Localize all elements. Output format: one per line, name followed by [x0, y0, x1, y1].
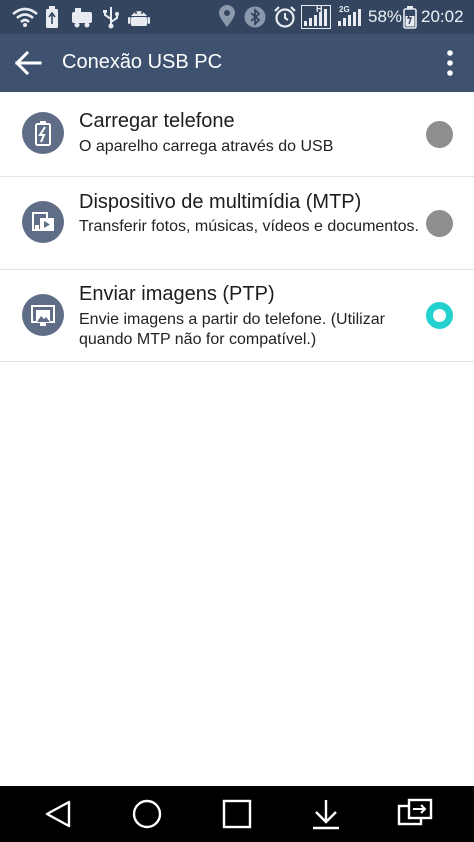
android-icon	[128, 11, 150, 26]
option-description: O aparelho carrega através do USB	[79, 138, 334, 155]
option-ptp[interactable]: Enviar imagens (PTP) Envie imagens a par…	[0, 270, 474, 362]
radio-button-selected[interactable]	[426, 302, 453, 329]
media-device-icon	[22, 201, 64, 243]
notification-down-icon	[313, 800, 339, 830]
back-button[interactable]	[6, 44, 50, 82]
page-title: Conexão USB PC	[62, 51, 223, 73]
option-description: Transferir fotos, músicas, vídeos e docu…	[79, 218, 419, 235]
option-description: Envie imagens a partir do telefone. (Uti…	[79, 311, 385, 348]
battery-charge-icon	[22, 112, 64, 154]
app-bar: Conexão USB PC	[0, 34, 474, 92]
radio-button[interactable]	[426, 121, 453, 148]
overflow-menu-button[interactable]	[440, 46, 460, 80]
radio-button[interactable]	[426, 210, 453, 237]
battery-charging-icon	[403, 6, 417, 29]
usb-mode-list: Carregar telefone O aparelho carrega atr…	[0, 92, 474, 362]
wifi-icon	[12, 7, 38, 27]
signal-icon: 2G	[335, 5, 365, 29]
usb-battery-icon	[46, 6, 58, 28]
nav-home-button[interactable]	[127, 796, 167, 832]
nav-dual-window-button[interactable]	[395, 796, 435, 832]
bluetooth-icon	[244, 6, 266, 28]
navigation-bar	[0, 786, 474, 842]
option-charge-phone[interactable]: Carregar telefone O aparelho carrega atr…	[0, 92, 474, 177]
home-circle-icon	[132, 799, 162, 829]
option-title: Dispositivo de multimídia (MTP)	[79, 191, 362, 213]
usb-icon	[103, 7, 119, 29]
location-icon	[219, 5, 235, 27]
signal-icon: H	[301, 4, 331, 29]
train-icon	[72, 8, 92, 28]
clock: 20:02	[421, 7, 464, 26]
nav-back-button[interactable]	[38, 796, 78, 832]
network-type-label: 2G	[339, 5, 350, 14]
arrow-left-icon	[14, 50, 42, 76]
nav-recents-button[interactable]	[217, 796, 257, 832]
option-title: Enviar imagens (PTP)	[79, 283, 275, 305]
recents-square-icon	[222, 799, 252, 829]
status-bar: H 2G 58% 20:02	[0, 0, 474, 34]
battery-percent: 58%	[368, 7, 403, 26]
back-triangle-icon	[45, 800, 71, 828]
more-vertical-icon	[447, 50, 453, 76]
nav-notifications-button[interactable]	[306, 796, 346, 832]
alarm-icon	[274, 6, 296, 28]
picture-transfer-icon	[22, 294, 64, 336]
dual-window-icon	[397, 798, 433, 826]
option-mtp[interactable]: Dispositivo de multimídia (MTP) Transfer…	[0, 177, 474, 270]
option-title: Carregar telefone	[79, 110, 235, 132]
network-type-label: H	[316, 4, 323, 14]
